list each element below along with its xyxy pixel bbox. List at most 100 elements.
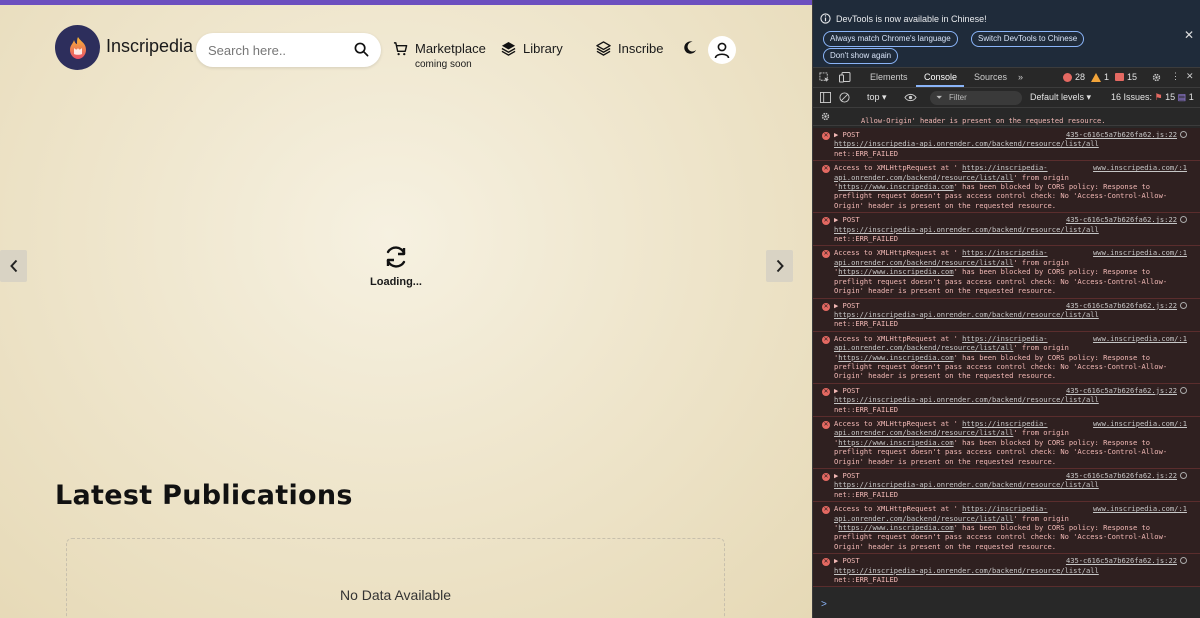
inspect-element-icon[interactable] <box>819 72 830 83</box>
device-toolbar-icon[interactable] <box>839 72 851 83</box>
source-link[interactable]: www.inscripedia.com/:1 <box>1093 163 1187 172</box>
console-error-post[interactable]: ✕ 435-c616c5a7b626fa62.js:22 ▶ POST https:/… <box>813 298 1200 332</box>
error-counter[interactable]: 28 <box>1063 72 1085 82</box>
search-icon[interactable] <box>354 42 369 57</box>
brand-name[interactable]: Inscripedia <box>106 36 193 57</box>
console-error-cors[interactable]: ✕ www.inscripedia.com/:1 Access to XMLHttp… <box>813 502 1200 555</box>
expand-triangle-icon[interactable]: ▶ <box>834 130 843 139</box>
nav-marketplace[interactable]: Marketplace <box>393 41 486 56</box>
carousel-prev-button[interactable] <box>0 250 27 282</box>
console-error-cors[interactable]: ✕ www.inscripedia.com/:1 Access to XMLHttp… <box>813 416 1200 469</box>
console-error-cors[interactable]: ✕ www.inscripedia.com/:1 Access to XMLHttp… <box>813 331 1200 384</box>
expand-triangle-icon[interactable]: ▶ <box>834 556 843 565</box>
dont-show-again-button[interactable]: Don't show again <box>823 48 899 64</box>
cors-prefix: Access to XMLHttpRequest at ' <box>834 418 958 428</box>
switch-chinese-button[interactable]: Switch DevTools to Chinese <box>971 31 1085 47</box>
error-x-icon: ✕ <box>822 420 830 429</box>
accent-top-bar <box>0 0 812 5</box>
source-link[interactable]: 435-c616c5a7b626fa62.js:22 <box>1066 471 1177 480</box>
request-url[interactable]: https://inscripedia-api.onrender.com/bac… <box>834 139 1099 148</box>
console-error-post[interactable]: ✕ 435-c616c5a7b626fa62.js:22 ▶ POST https:/… <box>813 383 1200 417</box>
request-url[interactable]: https://inscripedia-api.onrender.com/bac… <box>834 480 1099 489</box>
expand-triangle-icon[interactable]: ▶ <box>834 215 843 224</box>
console-error-post[interactable]: ✕ 435-c616c5a7b626fa62.js:22 ▶ POST https:/… <box>813 128 1200 162</box>
match-language-button[interactable]: Always match Chrome's language <box>823 31 958 47</box>
settings-gear-icon[interactable] <box>1151 72 1162 83</box>
request-url[interactable]: https://inscripedia-api.onrender.com/bac… <box>834 310 1099 319</box>
infobar-close-icon[interactable]: ✕ <box>1184 28 1194 42</box>
more-options-icon[interactable]: ⋮ <box>1171 71 1180 82</box>
context-selector[interactable]: top ▾ <box>867 92 887 103</box>
nav-library[interactable]: Library <box>501 41 563 56</box>
warning-count: 1 <box>1104 72 1110 82</box>
issues-counter[interactable]: 15 <box>1115 72 1137 82</box>
log-levels-dropdown[interactable]: Default levels ▾ <box>1030 92 1091 103</box>
network-globe-icon <box>1180 216 1187 224</box>
console-error-post[interactable]: ✕ 435-c616c5a7b626fa62.js:22 ▶ POST https:/… <box>813 469 1200 503</box>
expand-triangle-icon[interactable]: ▶ <box>834 386 843 395</box>
context-label: top <box>867 92 880 102</box>
console-settings-row: Allow-Origin' header is present on the r… <box>813 108 1200 126</box>
error-status: net::ERR_FAILED <box>834 575 899 585</box>
error-x-icon: ✕ <box>822 335 830 344</box>
error-status: net::ERR_FAILED <box>834 319 899 329</box>
console-settings-gear-icon[interactable] <box>820 111 831 122</box>
request-url[interactable]: https://inscripedia-api.onrender.com/bac… <box>834 566 1099 575</box>
issues-summary[interactable]: 16 Issues: ⚑ 15 ▤ 1 <box>1111 92 1194 103</box>
console-prompt[interactable]: > <box>821 599 827 610</box>
source-link[interactable]: www.inscripedia.com/:1 <box>1093 334 1187 343</box>
tab-sources[interactable]: Sources <box>974 72 1007 82</box>
source-link[interactable]: 435-c616c5a7b626fa62.js:22 <box>1066 556 1177 565</box>
source-link[interactable]: 435-c616c5a7b626fa62.js:22 <box>1066 130 1177 139</box>
search-bar[interactable] <box>196 33 381 67</box>
source-link[interactable]: 435-c616c5a7b626fa62.js:22 <box>1066 386 1177 395</box>
filter-placeholder: Filter <box>949 93 967 102</box>
cors-prefix: Access to XMLHttpRequest at ' <box>834 163 958 173</box>
cors-origin[interactable]: https://www.inscripedia.com <box>838 523 953 532</box>
site-logo[interactable] <box>55 25 100 70</box>
source-link[interactable]: www.inscripedia.com/:1 <box>1093 419 1187 428</box>
error-x-icon: ✕ <box>822 250 830 259</box>
request-url[interactable]: https://inscripedia-api.onrender.com/bac… <box>834 225 1099 234</box>
tab-console[interactable]: Console <box>924 72 957 82</box>
source-link[interactable]: www.inscripedia.com/:1 <box>1093 248 1187 257</box>
console-filter-input[interactable]: ⏷ Filter <box>930 91 1022 105</box>
network-globe-icon <box>1180 301 1187 309</box>
expand-triangle-icon[interactable]: ▶ <box>834 471 843 480</box>
active-tab-indicator <box>916 85 964 87</box>
console-partial-line: Allow-Origin' header is present on the r… <box>861 117 1106 125</box>
more-tabs-chevron-icon[interactable]: » <box>1018 72 1023 82</box>
source-link[interactable]: www.inscripedia.com/:1 <box>1093 504 1187 513</box>
error-count: 28 <box>1075 72 1086 82</box>
cors-origin[interactable]: https://www.inscripedia.com <box>838 267 953 276</box>
warning-counter[interactable]: 1 <box>1091 72 1109 82</box>
log-levels-label: Default levels <box>1030 92 1085 102</box>
cors-origin[interactable]: https://www.inscripedia.com <box>838 353 953 362</box>
eye-icon[interactable] <box>904 93 917 102</box>
close-devtools-icon[interactable]: ✕ <box>1186 71 1194 82</box>
expand-triangle-icon[interactable]: ▶ <box>834 301 843 310</box>
sidebar-toggle-icon[interactable] <box>820 92 831 103</box>
source-link[interactable]: 435-c616c5a7b626fa62.js:22 <box>1066 301 1177 310</box>
error-x-icon: ✕ <box>822 387 830 396</box>
dark-mode-moon-icon[interactable] <box>683 41 697 55</box>
carousel-next-button[interactable] <box>766 250 793 282</box>
user-avatar[interactable] <box>708 36 736 64</box>
nav-inscribe[interactable]: Inscribe <box>596 41 664 56</box>
error-x-icon: ✕ <box>822 473 830 481</box>
search-input[interactable] <box>208 42 348 58</box>
issues-info-count: 1 <box>1188 92 1194 102</box>
clear-console-icon[interactable] <box>839 92 850 103</box>
cors-origin[interactable]: https://www.inscripedia.com <box>838 182 953 191</box>
cors-origin[interactable]: https://www.inscripedia.com <box>838 438 953 447</box>
console-error-cors[interactable]: ✕ www.inscripedia.com/:1 Access to XMLHttp… <box>813 161 1200 214</box>
source-link[interactable]: 435-c616c5a7b626fa62.js:22 <box>1066 215 1177 224</box>
nav-library-label: Library <box>523 41 563 56</box>
console-error-cors[interactable]: ✕ www.inscripedia.com/:1 Access to XMLHttp… <box>813 246 1200 299</box>
latest-publications-heading: Latest Publications <box>55 480 353 511</box>
tab-elements[interactable]: Elements <box>870 72 908 82</box>
request-url[interactable]: https://inscripedia-api.onrender.com/bac… <box>834 395 1099 404</box>
no-data-message: No Data Available <box>339 587 452 603</box>
console-error-post[interactable]: ✕ 435-c616c5a7b626fa62.js:22 ▶ POST https:/… <box>813 213 1200 247</box>
console-error-post[interactable]: ✕ 435-c616c5a7b626fa62.js:22 ▶ POST https:/… <box>813 554 1200 588</box>
